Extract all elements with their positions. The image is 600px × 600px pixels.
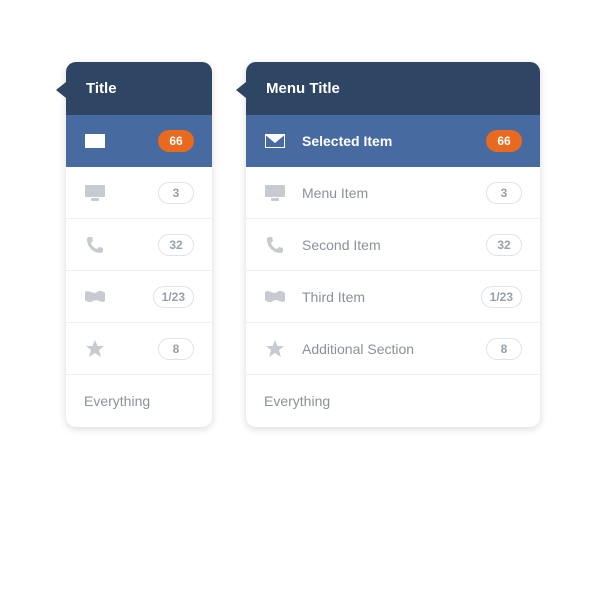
- menu-item-monitor[interactable]: 3: [66, 167, 212, 219]
- panel-header: Menu Title: [246, 62, 540, 115]
- menu-item-everything[interactable]: Everything: [66, 375, 212, 427]
- flag-icon: [264, 290, 286, 304]
- badge-count: 1/23: [153, 286, 194, 308]
- menu-item-label: Selected Item: [302, 133, 486, 149]
- menu-item-label: Menu Item: [302, 185, 486, 201]
- badge-count: 1/23: [481, 286, 522, 308]
- badge-count: 32: [158, 234, 194, 256]
- footer-label: Everything: [264, 393, 522, 409]
- star-icon: [84, 340, 106, 358]
- badge-count: 3: [158, 182, 194, 204]
- badge-count: 32: [486, 234, 522, 256]
- badge-count: 3: [486, 182, 522, 204]
- phone-icon: [264, 236, 286, 254]
- menu-item-monitor[interactable]: Menu Item 3: [246, 167, 540, 219]
- phone-icon: [84, 236, 106, 254]
- menu-item-flag[interactable]: Third Item 1/23: [246, 271, 540, 323]
- badge-count: 8: [486, 338, 522, 360]
- flag-icon: [84, 290, 106, 304]
- menu-item-everything[interactable]: Everything: [246, 375, 540, 427]
- menu-item-label: Third Item: [302, 289, 481, 305]
- monitor-icon: [264, 185, 286, 201]
- menu-item-flag[interactable]: 1/23: [66, 271, 212, 323]
- menu-panel-compact: Title 66 3 32 1/23 8 Eve: [66, 62, 212, 427]
- mail-icon: [264, 134, 286, 148]
- star-icon: [264, 340, 286, 358]
- menu-item-label: Additional Section: [302, 341, 486, 357]
- menu-item-phone[interactable]: Second Item 32: [246, 219, 540, 271]
- menu-panel-expanded: Menu Title Selected Item 66 Menu Item 3 …: [246, 62, 540, 427]
- mail-icon: [84, 134, 106, 148]
- panel-title: Title: [86, 80, 117, 97]
- panel-title: Menu Title: [266, 80, 340, 97]
- menu-item-label: Second Item: [302, 237, 486, 253]
- monitor-icon: [84, 185, 106, 201]
- menu-item-star[interactable]: 8: [66, 323, 212, 375]
- badge-count: 66: [486, 130, 522, 152]
- menu-item-mail[interactable]: 66: [66, 115, 212, 167]
- menu-item-mail[interactable]: Selected Item 66: [246, 115, 540, 167]
- badge-count: 8: [158, 338, 194, 360]
- menu-item-phone[interactable]: 32: [66, 219, 212, 271]
- badge-count: 66: [158, 130, 194, 152]
- menu-item-star[interactable]: Additional Section 8: [246, 323, 540, 375]
- footer-label: Everything: [84, 393, 194, 409]
- panel-header: Title: [66, 62, 212, 115]
